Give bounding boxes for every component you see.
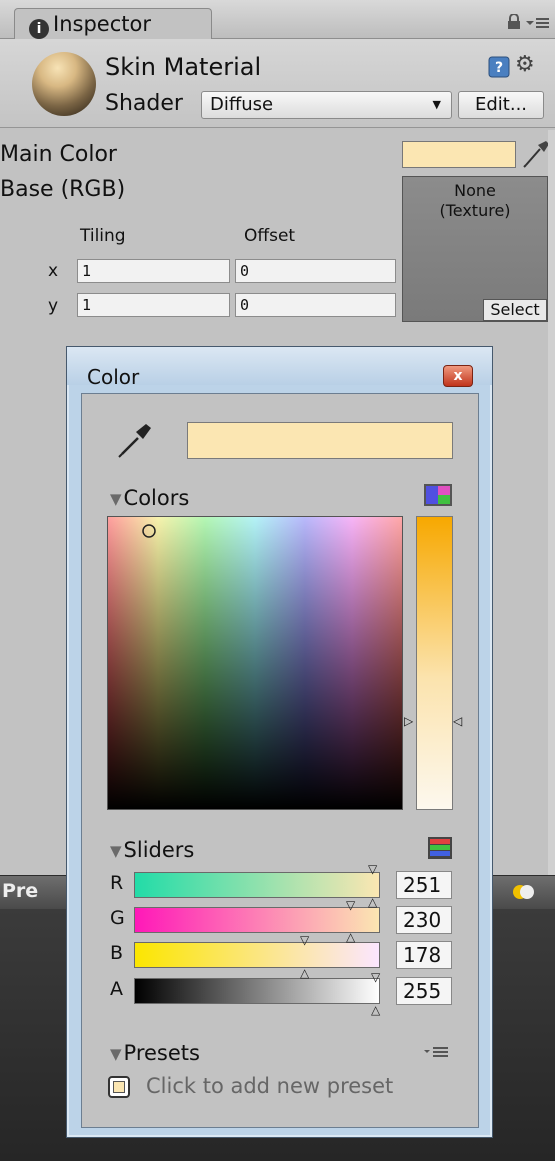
collapse-arrow-icon: ▼ bbox=[110, 1045, 122, 1063]
hue-slider[interactable] bbox=[416, 516, 453, 810]
slider-thumb-icon[interactable]: △ bbox=[368, 896, 377, 908]
slider-thumb-icon[interactable]: ▽ bbox=[300, 934, 309, 946]
main-color-label: Main Color bbox=[0, 142, 117, 167]
presets-section-label: Presets bbox=[123, 1041, 200, 1065]
presets-section-header[interactable]: ▼Presets bbox=[110, 1041, 200, 1065]
shader-value: Diffuse bbox=[210, 94, 274, 115]
tiling-label: Tiling bbox=[80, 226, 126, 246]
tab-bar: i Inspector bbox=[0, 0, 555, 40]
eyedropper-icon[interactable] bbox=[522, 139, 550, 169]
value-a[interactable]: 255 bbox=[396, 977, 452, 1005]
material-name: Skin Material bbox=[105, 53, 262, 81]
slider-b[interactable] bbox=[134, 942, 380, 968]
slider-thumb-icon[interactable]: △ bbox=[300, 967, 309, 979]
slider-thumb-icon[interactable]: ▽ bbox=[346, 899, 355, 911]
value-r[interactable]: 251 bbox=[396, 871, 452, 899]
eyedropper-icon[interactable] bbox=[116, 420, 156, 460]
channel-label-a: A bbox=[110, 978, 123, 1000]
preset-menu-icon[interactable] bbox=[424, 1046, 450, 1058]
close-icon: x bbox=[453, 368, 463, 384]
channel-label-b: B bbox=[110, 942, 124, 964]
texture-type-text: (Texture) bbox=[439, 201, 511, 220]
hue-marker-right-icon: ◁ bbox=[453, 714, 463, 728]
material-preview-sphere bbox=[32, 52, 96, 116]
dropdown-arrow-icon: ▼ bbox=[432, 98, 441, 111]
color-picker-titlebar[interactable]: Color x bbox=[67, 347, 492, 389]
texture-none-text: None bbox=[454, 181, 496, 200]
colors-section-header[interactable]: ▼Colors bbox=[110, 486, 189, 510]
help-icon[interactable]: ? bbox=[488, 56, 510, 78]
tab-label: Inspector bbox=[53, 12, 151, 36]
colors-section-label: Colors bbox=[123, 486, 190, 510]
menu-icon[interactable] bbox=[526, 16, 550, 30]
tiling-y-field[interactable]: 1 bbox=[77, 293, 230, 317]
preview-toggle-icon[interactable] bbox=[510, 882, 538, 902]
tiling-x-field[interactable]: 1 bbox=[77, 259, 230, 283]
svg-text:?: ? bbox=[495, 60, 503, 76]
channel-label-g: G bbox=[110, 907, 125, 929]
offset-label: Offset bbox=[244, 226, 296, 246]
channel-label-r: R bbox=[110, 872, 124, 894]
slider-thumb-icon[interactable]: △ bbox=[346, 931, 355, 943]
preview-label: Pre bbox=[2, 880, 39, 902]
offset-y-field[interactable]: 0 bbox=[235, 293, 396, 317]
shader-dropdown[interactable]: Diffuse ▼ bbox=[201, 91, 452, 119]
y-label: y bbox=[48, 296, 59, 316]
close-button[interactable]: x bbox=[443, 365, 473, 387]
value-b[interactable]: 178 bbox=[396, 941, 452, 969]
color-picker-title: Color bbox=[87, 365, 140, 389]
slider-thumb-icon[interactable]: △ bbox=[371, 1004, 380, 1016]
edit-shader-button[interactable]: Edit... bbox=[458, 91, 544, 119]
main-color-swatch[interactable] bbox=[402, 141, 516, 168]
sliders-section-label: Sliders bbox=[123, 838, 195, 862]
texture-select-button[interactable]: Select bbox=[483, 299, 547, 321]
color-picker-cursor[interactable] bbox=[140, 522, 158, 540]
tab-inspector[interactable]: i Inspector bbox=[14, 8, 212, 40]
shader-label: Shader bbox=[105, 91, 183, 116]
slider-a[interactable] bbox=[134, 978, 380, 1004]
info-icon: i bbox=[29, 19, 49, 39]
saturation-value-picker[interactable] bbox=[107, 516, 403, 810]
x-label: x bbox=[48, 261, 59, 281]
hue-marker-left-icon: ▷ bbox=[404, 714, 414, 728]
slider-thumb-icon[interactable]: ▽ bbox=[368, 863, 377, 875]
sliders-section-header[interactable]: ▼Sliders bbox=[110, 838, 194, 862]
scrollbar[interactable] bbox=[548, 130, 555, 880]
slider-r[interactable] bbox=[134, 872, 380, 898]
texture-slot[interactable]: None (Texture) Select bbox=[402, 176, 548, 322]
current-color-swatch bbox=[187, 422, 453, 459]
value-g[interactable]: 230 bbox=[396, 906, 452, 934]
color-mode-icon[interactable] bbox=[423, 483, 453, 507]
gear-icon[interactable]: ⚙ bbox=[515, 52, 535, 77]
offset-x-field[interactable]: 0 bbox=[235, 259, 396, 283]
slider-mode-icon[interactable] bbox=[427, 836, 453, 860]
slider-g[interactable] bbox=[134, 907, 380, 933]
collapse-arrow-icon: ▼ bbox=[110, 842, 122, 860]
collapse-arrow-icon: ▼ bbox=[110, 490, 122, 508]
slider-thumb-icon[interactable]: ▽ bbox=[371, 971, 380, 983]
base-rgb-label: Base (RGB) bbox=[0, 177, 126, 202]
lock-icon[interactable] bbox=[506, 14, 522, 30]
preset-add-icon[interactable] bbox=[108, 1076, 130, 1098]
add-preset-text[interactable]: Click to add new preset bbox=[146, 1074, 393, 1098]
